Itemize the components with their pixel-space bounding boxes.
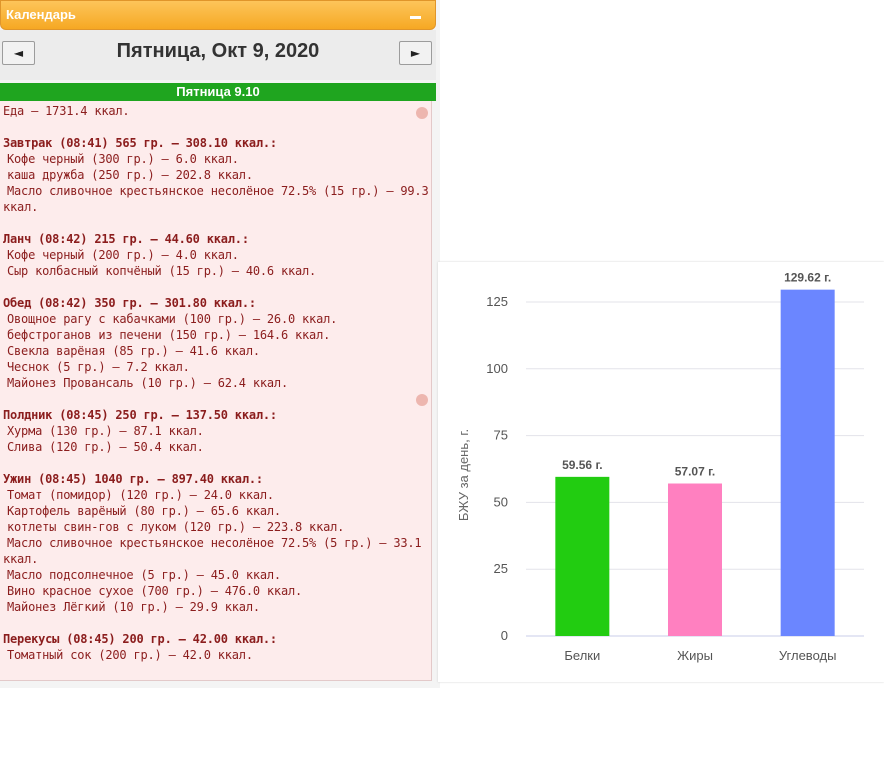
food-item: Вино красное сухое (700 гр.) — 476.0 кка… <box>7 584 303 598</box>
food-item: Сыр колбасный копчёный (15 гр.) — 40.6 к… <box>7 264 317 278</box>
food-item: каша дружба (250 гр.) — 202.8 ккал. <box>7 168 253 182</box>
bar-Жиры <box>668 483 722 636</box>
x-tick-label: Углеводы <box>779 648 837 663</box>
day-header: Пятница 9.10 <box>0 83 436 101</box>
y-tick-label: 50 <box>494 494 508 509</box>
y-axis-label: БЖУ за день, г. <box>456 429 471 521</box>
food-item: Масло сливочное крестьянское несолёное 7… <box>7 536 422 550</box>
y-tick-label: 125 <box>486 294 508 309</box>
food-item: Томат (помидор) (120 гр.) — 24.0 ккал. <box>7 488 274 502</box>
meal-header: Ужин (08:45) 1040 гр. — 897.40 ккал.: <box>3 472 263 486</box>
y-tick-label: 25 <box>494 561 508 576</box>
y-tick-label: 75 <box>494 428 508 443</box>
meal-header: Обед (08:42) 350 гр. — 301.80 ккал.: <box>3 296 256 310</box>
food-item: Кофе черный (300 гр.) — 6.0 ккал. <box>7 152 239 166</box>
data-label: 57.07 г. <box>675 465 716 479</box>
y-tick-label: 0 <box>501 628 508 643</box>
food-item: ккал. <box>3 200 39 214</box>
food-item: котлеты свин-гов с луком (120 гр.) — 223… <box>7 520 345 534</box>
date-navigation: ◄ Пятница, Окт 9, 2020 ► <box>0 30 436 80</box>
date-title: Пятница, Окт 9, 2020 <box>116 40 320 62</box>
food-item: Майонез Лёгкий (10 гр.) — 29.9 ккал. <box>7 600 260 614</box>
y-tick-label: 100 <box>486 361 508 376</box>
food-item: бефстроганов из печени (150 гр.) — 164.6… <box>7 328 331 342</box>
x-tick-label: Белки <box>564 648 600 663</box>
data-label: 129.62 г. <box>784 271 831 285</box>
data-label: 59.56 г. <box>562 458 603 472</box>
food-item: Томатный сок (200 гр.) — 42.0 ккал. <box>7 648 253 662</box>
meal-header: Полдник (08:45) 250 гр. — 137.50 ккал.: <box>3 408 277 422</box>
food-item: Овощное рагу с кабачками (100 гр.) — 26.… <box>7 312 338 326</box>
calendar-header: Календарь <box>0 0 436 30</box>
food-item: Свекла варёная (85 гр.) — 41.6 ккал. <box>7 344 260 358</box>
meal-header: Ланч (08:42) 215 гр. — 44.60 ккал.: <box>3 232 249 246</box>
food-item: ккал. <box>3 552 39 566</box>
bar-chart: 0 25 50 75 100 125 БЖУ за день, г. 59.56 г. Белк… <box>456 271 864 663</box>
food-item: Чеснок (5 гр.) — 7.2 ккал. <box>7 360 190 374</box>
food-item: Слива (120 гр.) — 50.4 ккал. <box>7 440 204 454</box>
food-item: Масло подсолнечное (5 гр.) — 45.0 ккал. <box>7 568 281 582</box>
calendar-title: Календарь <box>6 7 76 22</box>
food-item: Хурма (130 гр.) — 87.1 ккал. <box>7 424 204 438</box>
food-item: Картофель варёный (80 гр.) — 65.6 ккал. <box>7 504 281 518</box>
collapse-icon[interactable] <box>410 16 421 19</box>
food-log: Еда — 1731.4 ккал. Завтрак (08:41) 565 г… <box>0 101 432 681</box>
food-item: Масло сливочное крестьянское несолёное 7… <box>7 184 429 198</box>
hand-pointer-icon[interactable] <box>416 394 428 406</box>
food-item: Майонез Провансаль (10 гр.) — 62.4 ккал. <box>7 376 288 390</box>
bar-Белки <box>555 476 610 636</box>
x-tick-label: Жиры <box>677 648 713 663</box>
food-total: Еда — 1731.4 ккал. <box>3 104 130 118</box>
next-day-button[interactable]: ► <box>399 41 432 65</box>
calendar-panel: Календарь ◄ Пятница, Окт 9, 2020 ► Пятни… <box>0 0 440 688</box>
bar-Углеводы <box>780 289 835 636</box>
food-item: Кофе черный (200 гр.) — 4.0 ккал. <box>7 248 239 262</box>
hand-pointer-icon[interactable] <box>416 107 428 119</box>
macro-chart: 0 25 50 75 100 125 БЖУ за день, г. 59.56 г. Белк… <box>438 262 884 682</box>
meal-header: Перекусы (08:45) 200 гр. — 42.00 ккал.: <box>3 632 277 646</box>
meal-header: Завтрак (08:41) 565 гр. — 308.10 ккал.: <box>3 136 277 150</box>
